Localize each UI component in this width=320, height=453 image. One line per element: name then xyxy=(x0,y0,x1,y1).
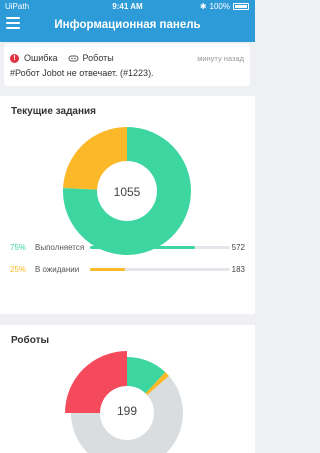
legend-running-track xyxy=(90,246,230,249)
tasks-card: Текущие задания 1055 75% Выполняется 572… xyxy=(0,96,255,314)
status-right: ✱ 100% xyxy=(200,2,249,11)
notification-source: Роботы xyxy=(82,53,114,63)
legend-running-bar xyxy=(90,246,195,249)
legend-pending-label: В ожидании xyxy=(35,265,80,274)
legend-running-label: Выполняется xyxy=(35,243,85,252)
notification-level: Ошибка xyxy=(24,53,58,63)
legend-pending-track xyxy=(90,268,230,271)
legend-running-count: 572 xyxy=(231,243,245,252)
legend-pending-percent: 25% xyxy=(10,265,27,274)
robots-card: Роботы 199 xyxy=(0,325,255,453)
battery-label: 100% xyxy=(209,2,230,11)
notification-message: #Робот Jobot не отвечает. (#1223). xyxy=(10,68,154,78)
tasks-total: 1055 xyxy=(113,185,141,199)
notification-card[interactable]: ! Ошибка Роботы минуту назад #Робот Jobo… xyxy=(4,44,250,86)
legend-running-percent: 75% xyxy=(10,243,27,252)
error-icon: ! xyxy=(10,53,19,63)
bluetooth-icon: ✱ xyxy=(199,2,207,11)
robot-icon xyxy=(68,55,79,61)
robots-total: 199 xyxy=(116,404,138,418)
status-bar: UiPath 9:41 AM ✱ 100% xyxy=(0,0,255,13)
legend-running: 75% Выполняется 572 xyxy=(10,242,245,254)
page-title: Информационная панель xyxy=(54,19,201,31)
legend-pending-count: 183 xyxy=(231,265,245,274)
app-header: UiPath 9:41 AM ✱ 100% Информационная пан… xyxy=(0,0,255,42)
battery-icon xyxy=(233,3,249,10)
notification-time: минуту назад xyxy=(197,54,244,63)
tasks-slice-pending[interactable] xyxy=(63,127,127,190)
robots-donut-chart[interactable] xyxy=(0,325,255,453)
legend-pending-bar xyxy=(90,268,125,271)
legend-pending: 25% В ожидании 183 xyxy=(10,264,245,276)
